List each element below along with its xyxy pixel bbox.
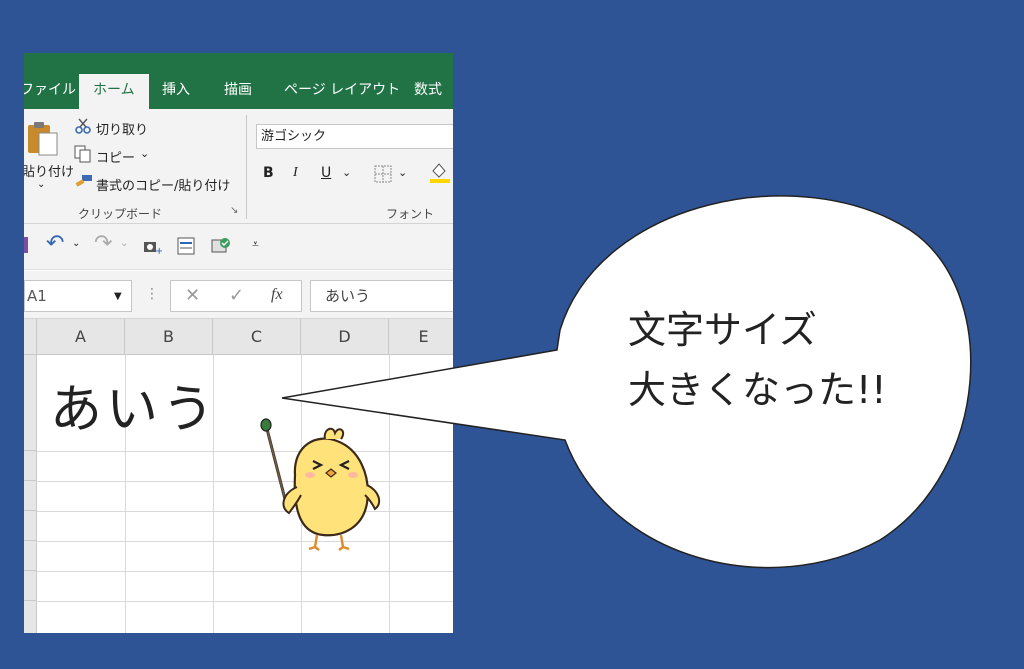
bubble-text: 文字サイズ 大きくなった!! (628, 300, 886, 420)
bubble-line-1: 文字サイズ (628, 308, 817, 352)
chick-illustration (260, 418, 381, 551)
bubble-line-2: 大きくなった!! (628, 368, 887, 412)
